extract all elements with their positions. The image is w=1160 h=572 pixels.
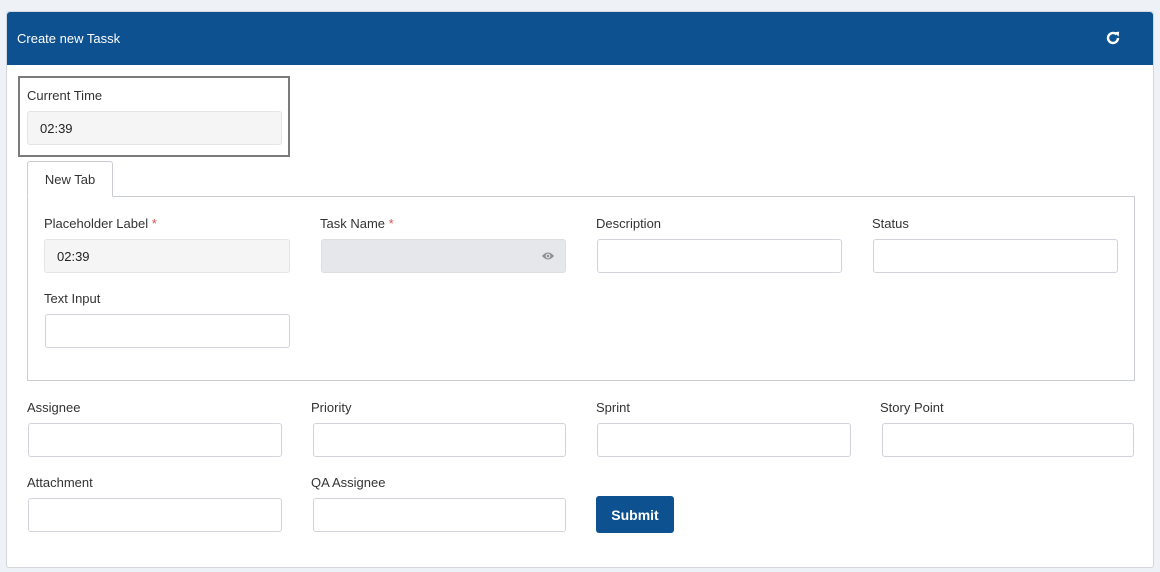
task-name-label: Task Name * <box>320 216 394 231</box>
current-time-value: 02:39 <box>40 120 73 136</box>
placeholder-label-value: 02:39 <box>57 248 90 264</box>
story-point-field[interactable] <box>882 423 1134 457</box>
status-field[interactable] <box>873 239 1118 273</box>
attachment-field[interactable] <box>28 498 282 532</box>
priority-field[interactable] <box>313 423 566 457</box>
current-time-field[interactable]: 02:39 <box>27 111 282 145</box>
assignee-label: Assignee <box>27 400 81 415</box>
task-name-field[interactable] <box>321 239 566 273</box>
submit-button[interactable]: Submit <box>596 496 674 533</box>
page-title: Create new Tassk <box>17 31 121 46</box>
qa-assignee-label: QA Assignee <box>311 475 386 490</box>
refresh-icon[interactable] <box>1104 29 1122 47</box>
create-task-card: Create new Tassk Current Time 02:39 New … <box>6 11 1154 568</box>
required-marker: * <box>388 216 394 231</box>
sprint-field[interactable] <box>597 423 851 457</box>
assignee-field[interactable] <box>28 423 282 457</box>
description-field[interactable] <box>597 239 842 273</box>
current-time-label: Current Time <box>27 88 103 103</box>
tab-label: New Tab <box>44 171 96 187</box>
tab-new-tab[interactable]: New Tab <box>27 161 113 197</box>
required-marker: * <box>151 216 157 231</box>
eye-icon[interactable] <box>541 250 555 262</box>
card-header: Create new Tassk <box>7 12 1153 65</box>
qa-assignee-field[interactable] <box>313 498 566 532</box>
sprint-label: Sprint <box>596 400 630 415</box>
priority-label: Priority <box>311 400 352 415</box>
story-point-label: Story Point <box>880 400 944 415</box>
placeholder-label-text: Placeholder Label <box>44 216 149 231</box>
text-input-field[interactable] <box>45 314 290 348</box>
text-input-label: Text Input <box>44 291 101 306</box>
description-label: Description <box>596 216 662 231</box>
attachment-label: Attachment <box>27 475 93 490</box>
tab-panel <box>27 196 1135 381</box>
placeholder-label-field[interactable]: 02:39 <box>44 239 290 273</box>
status-label: Status <box>872 216 909 231</box>
placeholder-label-label: Placeholder Label * <box>44 216 157 231</box>
task-name-text: Task Name <box>320 216 386 231</box>
